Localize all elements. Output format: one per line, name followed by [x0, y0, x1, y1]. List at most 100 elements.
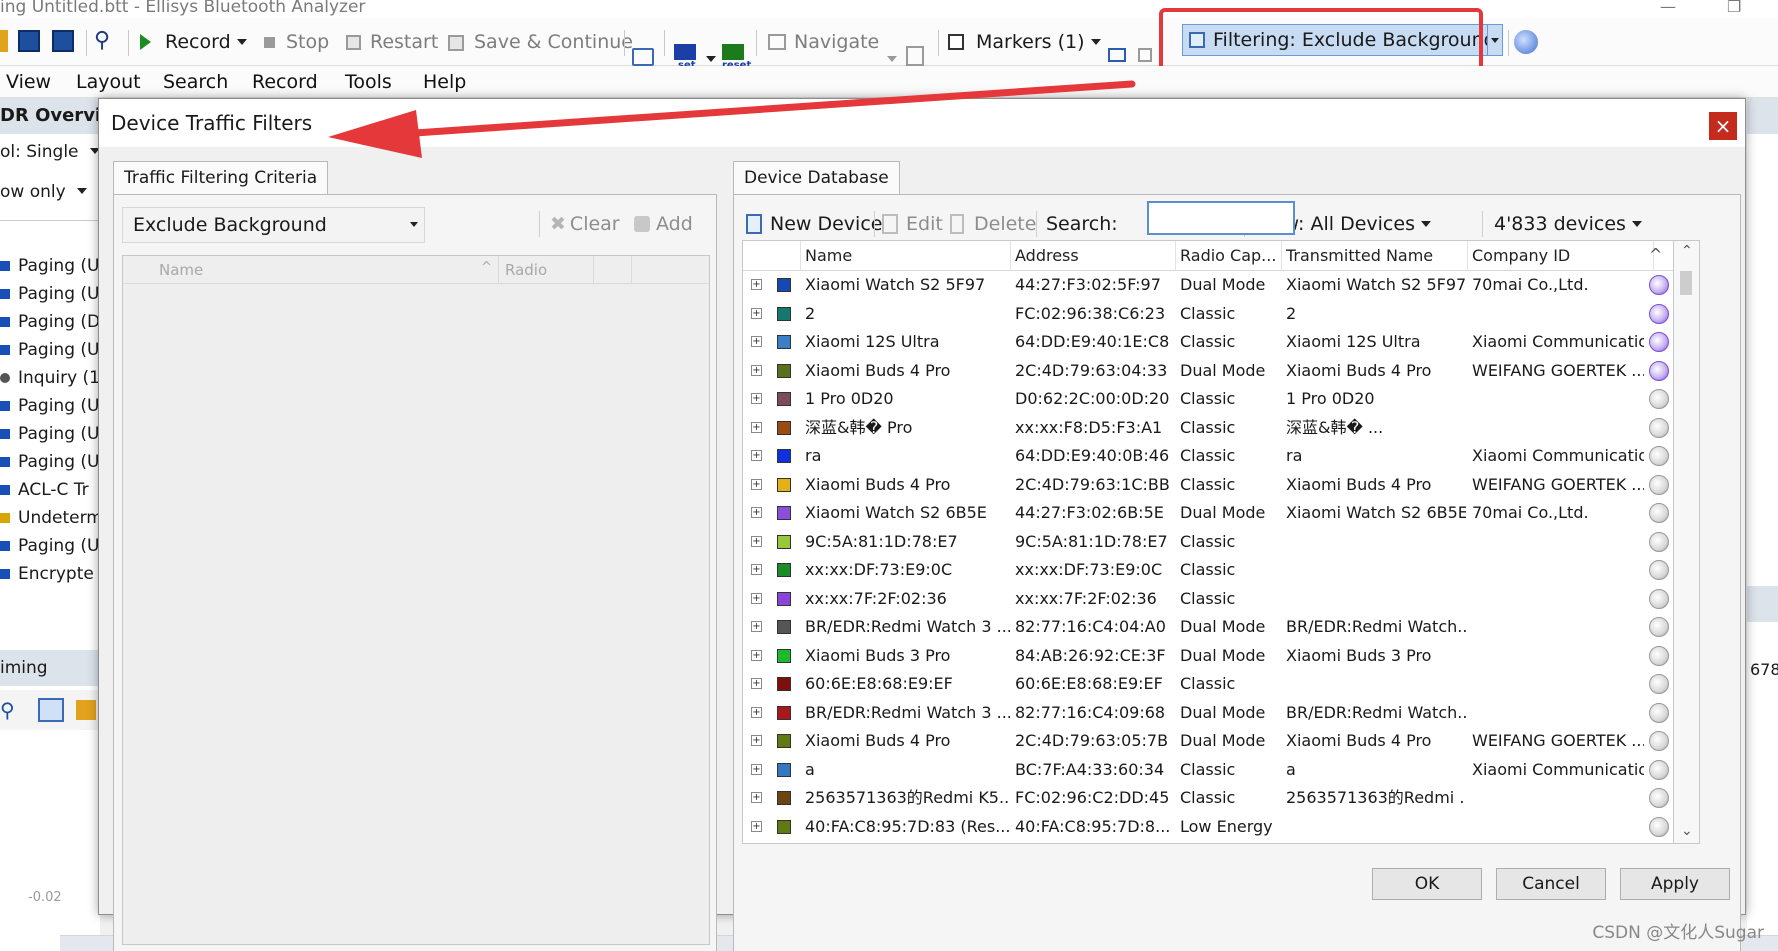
expand-plus-icon[interactable]: + [751, 735, 762, 746]
list-item[interactable]: Encrypte [0, 564, 100, 584]
expand-plus-icon[interactable]: + [751, 478, 762, 490]
table-row[interactable]: + Xiaomi Watch S2 6B5E 44:27:F3:02:6B:5E Du… [743, 499, 1669, 528]
column-name[interactable]: Name [159, 261, 203, 279]
table-row[interactable]: + xx:xx:DF:73:E9:0C xx:xx:DF:73:E9:0C Class… [743, 556, 1669, 585]
checkmark-window-icon[interactable] [632, 48, 654, 66]
navigate-page-icon[interactable] [906, 46, 924, 66]
table-row[interactable]: + a BC:7F:A4:33:60:34 Classic a Xiaomi Commun… [743, 756, 1669, 785]
list-item[interactable]: Paging (Un [0, 452, 100, 472]
expand-plus-icon[interactable]: + [751, 279, 762, 290]
expand-plus-icon[interactable]: + [751, 792, 762, 803]
device-color-swatch[interactable] [777, 563, 791, 577]
edit-button[interactable]: Edit [882, 210, 943, 238]
expand-plus-icon[interactable]: + [751, 678, 762, 689]
save-continue-button[interactable]: Save & Continue [448, 28, 633, 56]
expand-plus-icon[interactable]: + [751, 621, 762, 632]
device-color-swatch[interactable] [777, 449, 791, 463]
save-icon[interactable] [18, 30, 40, 52]
zoom-icon[interactable]: ⚲ [0, 698, 15, 722]
set-icon[interactable] [674, 44, 696, 60]
list-item[interactable]: Paging (Un [0, 424, 100, 444]
expand-plus-icon[interactable]: + [751, 393, 762, 404]
device-color-swatch[interactable] [777, 477, 791, 492]
list-item[interactable]: Paging (Un [0, 340, 100, 360]
stop-button[interactable]: Stop [264, 28, 329, 56]
column-radio-capability[interactable]: Radio Cap... [1176, 241, 1282, 271]
device-count-select[interactable]: 4'833 devices [1494, 210, 1642, 238]
delete-button[interactable]: Delete [950, 210, 1036, 238]
expand-plus-icon[interactable]: + [751, 564, 762, 575]
filter-select[interactable]: Exclude Background [122, 207, 425, 243]
device-color-swatch[interactable] [777, 620, 791, 634]
find-binoculars-icon[interactable]: ⚲ [94, 28, 110, 53]
device-color-swatch[interactable] [777, 306, 791, 321]
device-color-swatch[interactable] [777, 648, 791, 663]
markers-button[interactable]: Markers (1) [948, 28, 1101, 56]
new-device-button[interactable]: New Device [746, 210, 882, 238]
expand-plus-icon[interactable]: + [751, 763, 762, 775]
maximize-icon[interactable]: ❐ [1727, 0, 1741, 15]
table-row[interactable]: + Xiaomi Buds 4 Pro 2C:4D:79:63:04:33 Dual … [743, 357, 1669, 386]
table-row[interactable]: + Xiaomi Watch S2 5F97 44:27:F3:02:5F:97 Du… [743, 271, 1669, 300]
device-color-swatch[interactable] [777, 420, 791, 435]
show-only-select[interactable]: ow only [0, 182, 100, 202]
open-icon[interactable] [0, 30, 8, 52]
scroll-up-icon[interactable]: ⌃ [1681, 243, 1693, 259]
table-row[interactable]: + Xiaomi Buds 3 Pro 84:AB:26:92:CE:3F Dual … [743, 642, 1669, 671]
column-radio[interactable]: Radio [505, 261, 547, 279]
device-color-swatch[interactable] [777, 534, 791, 549]
clear-button[interactable]: ✖ Clear [550, 210, 620, 238]
tab-device-database[interactable]: Device Database [733, 161, 900, 195]
list-item[interactable]: Paging (Un [0, 284, 100, 304]
column-transmitted-name[interactable]: Transmitted Name [1282, 241, 1468, 271]
menu-view[interactable]: View [6, 69, 51, 95]
tab-traffic-filtering-criteria[interactable]: Traffic Filtering Criteria [113, 161, 329, 195]
ok-button[interactable]: OK [1372, 868, 1482, 900]
expand-plus-icon[interactable]: + [751, 307, 762, 319]
table-row[interactable]: + xx:xx:7F:2F:02:36 xx:xx:7F:2F:02:36 Class… [743, 585, 1669, 614]
list-item[interactable]: Inquiry (18 [0, 368, 100, 388]
add-button[interactable]: Add [634, 210, 693, 238]
table-row[interactable]: + Xiaomi Buds 4 Pro 2C:4D:79:63:05:7B Dual … [743, 727, 1669, 756]
device-color-swatch[interactable] [777, 392, 791, 406]
list-item[interactable]: Undeterm [0, 508, 100, 528]
marker-next-icon[interactable] [1138, 48, 1152, 62]
expand-plus-icon[interactable]: + [751, 507, 762, 518]
device-color-swatch[interactable] [777, 591, 791, 606]
device-color-swatch[interactable] [777, 819, 791, 834]
minimize-icon[interactable]: — [1660, 0, 1676, 15]
device-color-swatch[interactable] [777, 278, 791, 292]
expand-plus-icon[interactable]: + [751, 421, 762, 433]
device-color-swatch[interactable] [777, 506, 791, 520]
record-button[interactable]: Record [140, 28, 247, 56]
list-item[interactable]: Paging (Un [0, 536, 100, 556]
table-row[interactable]: + BR/EDR:Redmi Watch 3 ... 82:77:16:C4:09:… [743, 699, 1669, 728]
expand-plus-icon[interactable]: + [751, 592, 762, 604]
table-row[interactable]: +60:6E:E8:68:E9:EF 60:6E:E8:68:E9:EF Class… [743, 670, 1669, 699]
device-color-swatch[interactable] [777, 335, 791, 349]
navigate-button[interactable]: Navigate [768, 28, 879, 56]
expand-plus-icon[interactable]: + [751, 364, 762, 376]
list-item[interactable]: Paging (Un [0, 256, 100, 276]
table-row[interactable]: + Xiaomi Buds 4 Pro 2C:4D:79:63:1C:BB Class… [743, 471, 1669, 500]
expand-plus-icon[interactable]: + [751, 820, 762, 832]
scrollbar-thumb[interactable] [1680, 271, 1692, 295]
close-button[interactable]: × [1709, 112, 1737, 140]
menu-layout[interactable]: Layout [76, 69, 141, 95]
expand-plus-icon[interactable]: + [751, 535, 762, 547]
table-row[interactable]: + BR/EDR:Redmi Watch 3 ... 82:77:16:C4:04:… [743, 613, 1669, 642]
table-row[interactable]: + Xiaomi 12S Ultra 64:DD:E9:40:1E:C8 Classi… [743, 328, 1669, 357]
table-row[interactable]: + 深蓝&韩� Pro xx:xx:F8:D5:F3:A1 Classic 深蓝&韩� … [743, 414, 1669, 443]
device-color-swatch[interactable] [777, 762, 791, 777]
menu-search[interactable]: Search [163, 69, 228, 95]
protocol-select[interactable]: ol: Single [0, 142, 100, 162]
device-color-swatch[interactable] [777, 363, 791, 378]
device-color-swatch[interactable] [777, 705, 791, 720]
column-company-id[interactable]: Company ID [1468, 241, 1654, 271]
table-row[interactable]: +2563571363的Redmi K5... FC:02:96:C2:DD:45… [743, 784, 1669, 813]
marker-prev-icon[interactable] [1108, 48, 1126, 62]
device-color-swatch[interactable] [777, 791, 791, 805]
list-item[interactable]: Paging (D0 [0, 312, 100, 332]
table-row[interactable]: + ra 64:DD:E9:40:0B:46 Classic ra Xiaomi Comm… [743, 442, 1669, 471]
table-row[interactable]: +40:FA:C8:95:7D:83 (Res... 40:FA:C8:95:7D… [743, 813, 1669, 842]
